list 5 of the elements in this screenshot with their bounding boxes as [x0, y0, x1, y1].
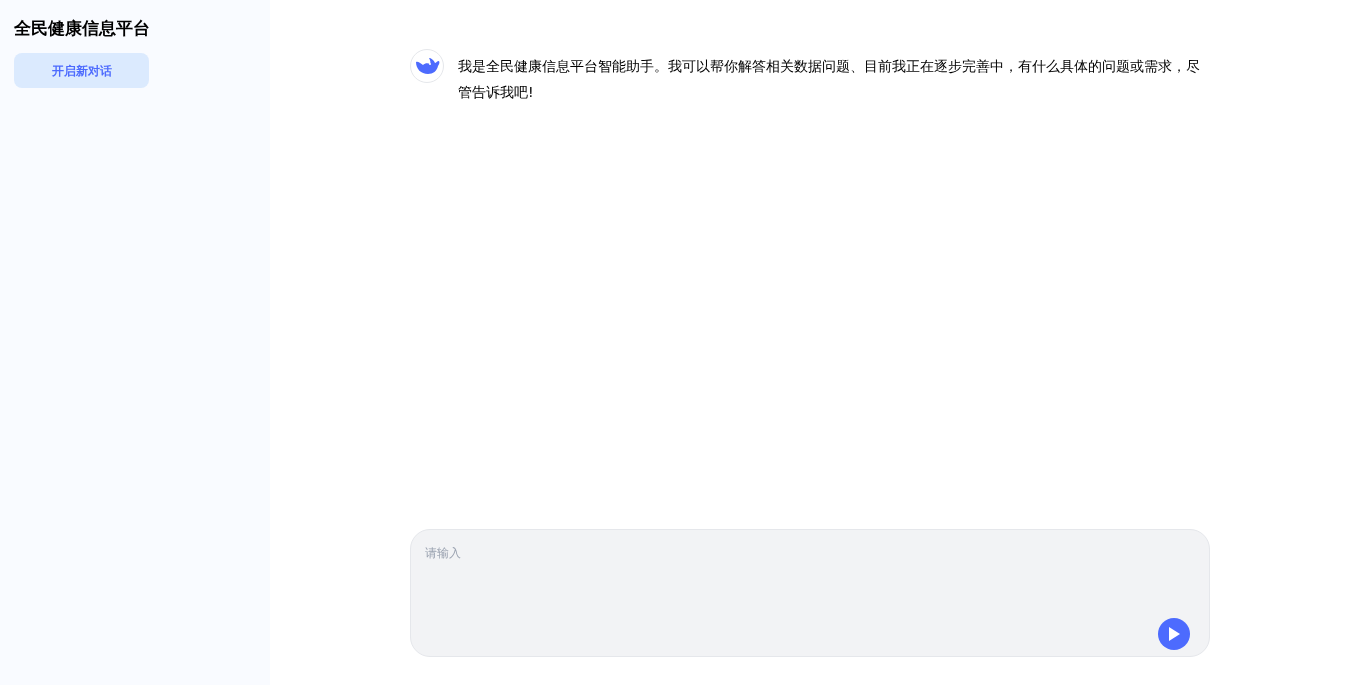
new-chat-button[interactable]: 开启新对话	[14, 53, 149, 88]
app-title: 全民健康信息平台	[14, 17, 150, 40]
message-text: 我是全民健康信息平台智能助手。我可以帮你解答相关数据问题、目前我正在逐步完善中，有什么具体的问题或需求，尽管告诉我吧!	[458, 57, 1201, 102]
play-icon	[1168, 627, 1180, 641]
message-input[interactable]: 请输入	[410, 529, 1210, 657]
